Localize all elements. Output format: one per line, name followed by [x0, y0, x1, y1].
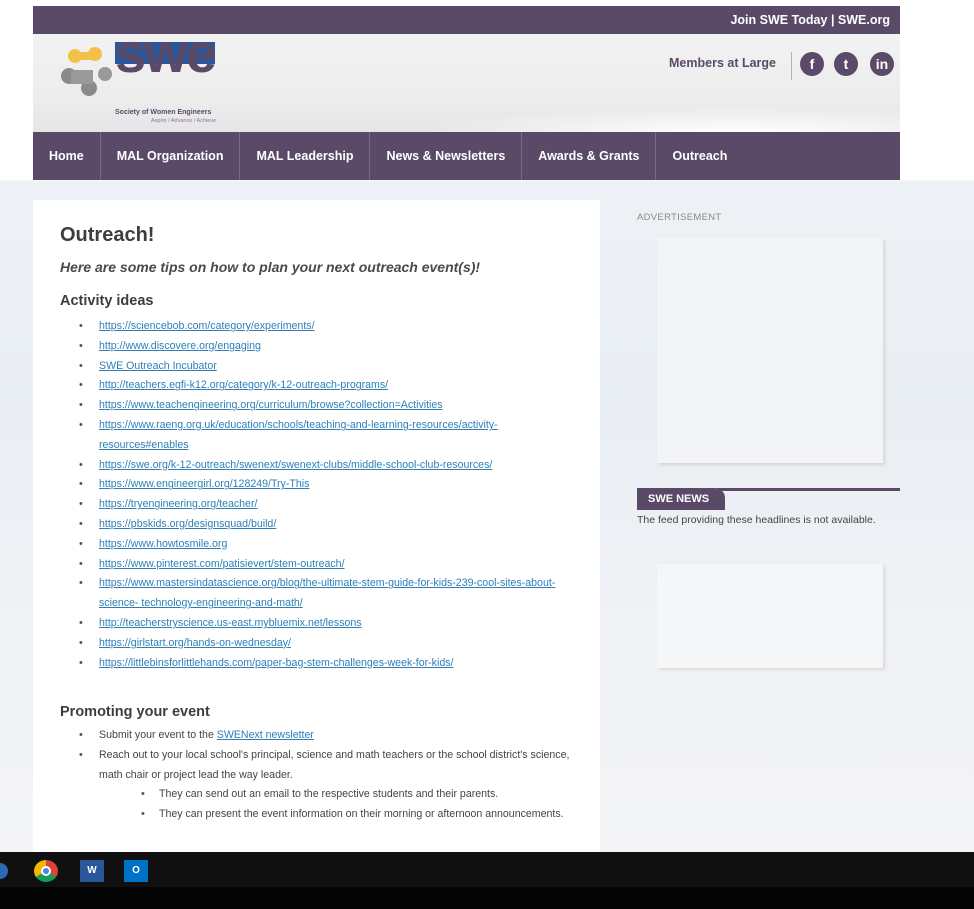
list-item: http://teacherstryscience.us-east.myblue… — [60, 614, 580, 634]
outlook-icon[interactable]: O — [124, 860, 148, 882]
activity-link[interactable]: https://littlebinsforlittlehands.com/pap… — [99, 657, 453, 669]
activity-link[interactable]: https://pbskids.org/designsquad/build/ — [99, 518, 276, 530]
list-item: https://swe.org/k-12-outreach/swenext/sw… — [60, 456, 580, 476]
activity-link[interactable]: https://www.pinterest.com/patisievert/st… — [99, 558, 345, 570]
activity-link[interactable]: http://teacherstryscience.us-east.myblue… — [99, 617, 362, 629]
main-nav: Home MAL Organization MAL Leadership New… — [33, 132, 900, 180]
word-icon[interactable]: W — [80, 860, 104, 882]
members-at-large-link[interactable]: Members at Large — [669, 56, 776, 70]
swe-news-title: SWE NEWS — [637, 488, 725, 510]
swenext-newsletter-link[interactable]: SWENext newsletter — [217, 729, 314, 741]
promo-text: Submit your event to the — [99, 729, 217, 741]
list-item: SWE Outreach Incubator — [60, 357, 580, 377]
chrome-icon[interactable] — [34, 860, 58, 882]
logo-wordmark: swe — [115, 21, 217, 84]
nav-news-newsletters[interactable]: News & Newsletters — [370, 132, 523, 180]
promo-sublist: They can send out an email to the respec… — [99, 785, 590, 825]
list-item: https://tryengineering.org/teacher/ — [60, 495, 580, 515]
list-item: https://www.howtosmile.org — [60, 535, 580, 555]
swe-flower-icon — [61, 47, 112, 96]
list-item: http://teachers.egfi-k12.org/category/k-… — [60, 376, 580, 396]
activity-link[interactable]: https://www.howtosmile.org — [99, 538, 227, 550]
activity-link[interactable]: https://sciencebob.com/category/experime… — [99, 320, 315, 332]
promo-subtext: They can send out an email to the respec… — [159, 788, 499, 801]
advertisement-box[interactable] — [657, 238, 883, 463]
nav-outreach[interactable]: Outreach — [656, 132, 743, 180]
list-item: https://www.teachengineering.org/curricu… — [60, 396, 580, 416]
activity-link[interactable]: https://www.mastersindatascience.org/blo… — [99, 577, 555, 609]
activity-link[interactable]: SWE Outreach Incubator — [99, 360, 217, 372]
list-item: https://sciencebob.com/category/experime… — [60, 317, 580, 337]
activity-links-list: https://sciencebob.com/category/experime… — [60, 317, 580, 673]
twitter-icon[interactable]: t — [834, 52, 858, 76]
activity-link[interactable]: https://www.engineergirl.org/128249/Try-… — [99, 478, 309, 490]
site-header: swe Society of Women Engineers Aspire / … — [33, 21, 900, 132]
promo-subtext: They can present the event information o… — [159, 808, 564, 821]
header-swoosh — [353, 102, 900, 132]
nav-mal-organization[interactable]: MAL Organization — [101, 132, 241, 180]
list-item: Submit your event to the SWENext newslet… — [60, 726, 590, 746]
swe-news-header: SWE NEWS — [637, 488, 900, 510]
swe-logo[interactable]: swe Society of Women Engineers Aspire / … — [59, 21, 259, 126]
logo-tagline: Society of Women Engineers — [115, 109, 212, 116]
list-item: https://girlstart.org/hands-on-wednesday… — [60, 634, 580, 654]
activity-link[interactable]: https://www.raeng.org.uk/education/schoo… — [99, 419, 498, 451]
list-item: https://www.engineergirl.org/128249/Try-… — [60, 475, 580, 495]
advertisement-label: ADVERTISEMENT — [637, 212, 722, 223]
activity-link[interactable]: https://swe.org/k-12-outreach/swenext/sw… — [99, 459, 492, 471]
list-item: https://www.pinterest.com/patisievert/st… — [60, 555, 580, 575]
nav-home[interactable]: Home — [33, 132, 101, 180]
list-item: Reach out to your local school's princip… — [60, 746, 590, 825]
activity-link[interactable]: http://teachers.egfi-k12.org/category/k-… — [99, 379, 388, 391]
list-item: http://www.discovere.org/engaging — [60, 337, 580, 357]
header-right: Members at Large f t in — [600, 52, 900, 82]
promo-list: Submit your event to the SWENext newslet… — [60, 726, 590, 825]
activity-link[interactable]: https://tryengineering.org/teacher/ — [99, 498, 257, 510]
header-divider — [791, 52, 792, 80]
list-item: https://www.raeng.org.uk/education/schoo… — [60, 416, 580, 456]
list-item: They can present the event information o… — [99, 805, 590, 825]
activity-link[interactable]: http://www.discovere.org/engaging — [99, 340, 261, 352]
activity-ideas-heading: Activity ideas — [60, 293, 154, 309]
activity-link[interactable]: https://girlstart.org/hands-on-wednesday… — [99, 637, 291, 649]
activity-link[interactable]: https://www.teachengineering.org/curricu… — [99, 399, 443, 411]
logo-subtagline: Aspire / Advance / Achieve — [151, 118, 217, 124]
taskbar: W O — [0, 852, 974, 909]
list-item: https://littlebinsforlittlehands.com/pap… — [60, 654, 580, 674]
news-rule — [717, 488, 900, 491]
top-links[interactable]: Join SWE Today | SWE.org — [730, 13, 890, 27]
page-title: Outreach! — [60, 224, 155, 246]
facebook-icon[interactable]: f — [800, 52, 824, 76]
nav-mal-leadership[interactable]: MAL Leadership — [240, 132, 371, 180]
news-feed-message: The feed providing these headlines is no… — [637, 514, 876, 526]
promo-text: Reach out to your local school's princip… — [99, 748, 570, 781]
list-item: https://www.mastersindatascience.org/blo… — [60, 574, 580, 614]
list-item: https://pbskids.org/designsquad/build/ — [60, 515, 580, 535]
taskbar-strip — [0, 887, 974, 909]
edge-icon[interactable] — [0, 863, 8, 879]
list-item: They can send out an email to the respec… — [99, 785, 590, 805]
nav-awards-grants[interactable]: Awards & Grants — [522, 132, 657, 180]
promoting-heading: Promoting your event — [60, 704, 210, 720]
content-panel: Outreach! Here are some tips on how to p… — [33, 200, 600, 860]
linkedin-icon[interactable]: in — [870, 52, 894, 76]
page-subtitle: Here are some tips on how to plan your n… — [60, 259, 481, 275]
sidebar-box — [657, 564, 883, 668]
